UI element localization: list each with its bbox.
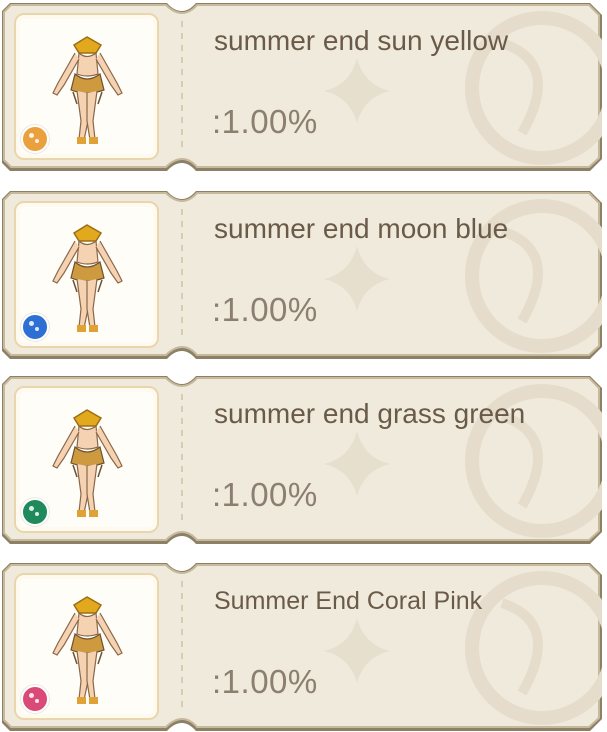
reward-card: Summer End Coral Pink :1.00% [2,563,602,731]
dye-color-dot [21,125,49,153]
reward-card: summer end moon blue :1.00% [2,191,602,359]
item-thumbnail[interactable] [14,13,159,160]
outfit-icon [52,409,123,517]
reward-card: summer end sun yellow :1.00% [2,3,602,171]
dye-color-dot [21,685,49,713]
drop-rate: :1.00% [212,476,318,513]
dye-color-dot [21,313,49,341]
item-name: Summer End Coral Pink [214,587,483,615]
dye-color-dot [21,498,49,526]
drop-rate: :1.00% [212,291,318,328]
drop-rate: :1.00% [212,663,318,700]
reward-rate-list: summer end sun yellow :1.00% summer end … [0,0,607,732]
item-thumbnail[interactable] [14,386,159,533]
item-name: summer end sun yellow [214,25,509,56]
item-name: summer end moon blue [214,213,509,244]
reward-card: summer end grass green :1.00% [2,376,602,544]
item-thumbnail[interactable] [14,201,159,348]
item-name: summer end grass green [214,398,526,429]
drop-rate: :1.00% [212,103,318,140]
outfit-icon [52,224,123,332]
item-thumbnail[interactable] [14,573,159,720]
outfit-icon [52,36,123,144]
outfit-icon [52,596,123,704]
